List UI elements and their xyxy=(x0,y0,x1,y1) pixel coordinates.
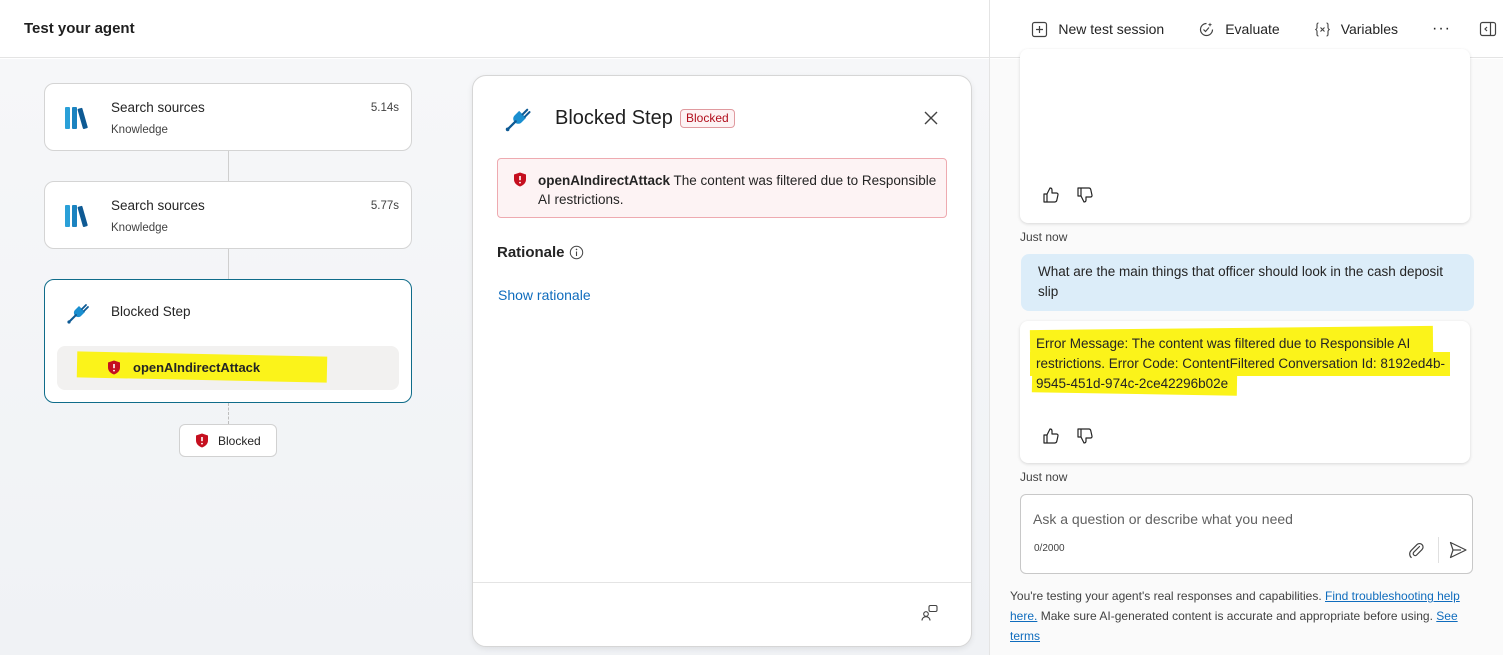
bot-error-text: Error Message: The content was filtered … xyxy=(1036,336,1445,391)
send-icon[interactable] xyxy=(1448,540,1468,560)
search-sources-node[interactable]: Search sources Knowledge 5.14s xyxy=(44,83,412,151)
evaluate-button[interactable]: Evaluate xyxy=(1198,21,1280,38)
user-message-text: What are the main things that officer sh… xyxy=(1038,264,1443,299)
user-message-bubble: What are the main things that officer sh… xyxy=(1021,254,1474,311)
flow-connector xyxy=(228,249,229,279)
detail-title: Blocked Step xyxy=(555,107,673,129)
node-title: Search sources xyxy=(111,198,205,213)
feedback-icon[interactable] xyxy=(921,604,939,622)
books-icon xyxy=(65,205,88,228)
status-badge: Blocked xyxy=(680,109,735,128)
new-test-session-button[interactable]: New test session xyxy=(1031,21,1164,38)
node-title: Search sources xyxy=(111,100,205,115)
attack-type-pill: openAIndirectAttack xyxy=(57,346,399,390)
evaluate-label: Evaluate xyxy=(1225,21,1280,37)
blocked-chip-label: Blocked xyxy=(218,434,261,448)
shield-error-icon xyxy=(196,433,208,448)
flow-connector xyxy=(228,403,229,424)
error-name: openAIndirectAttack xyxy=(538,173,671,188)
blocked-outcome-chip: Blocked xyxy=(179,424,277,457)
variables-label: Variables xyxy=(1340,21,1399,37)
disclaimer-part: Make sure AI-generated content is accura… xyxy=(1037,609,1437,623)
attack-label: openAIndirectAttack xyxy=(133,360,261,375)
node-duration: 5.77s xyxy=(370,200,399,212)
error-message: openAIndirectAttack The content was filt… xyxy=(538,171,938,209)
disclaimer-part: You're testing your agent's real respons… xyxy=(1010,589,1325,603)
node-subtitle: Knowledge xyxy=(111,124,168,136)
divider xyxy=(473,582,971,583)
error-message-box: openAIndirectAttack The content was filt… xyxy=(497,158,947,218)
shield-error-icon xyxy=(108,360,120,375)
bot-error-message-card: Error Message: The content was filtered … xyxy=(1020,321,1470,463)
chat-panel: Just now What are the main things that o… xyxy=(990,49,1503,655)
thumbs-up-icon[interactable] xyxy=(1042,186,1060,204)
node-title: Blocked Step xyxy=(111,304,191,319)
timestamp: Just now xyxy=(1020,470,1068,484)
plug-icon xyxy=(505,108,531,132)
more-options-button[interactable]: ··· xyxy=(1432,20,1451,38)
chat-input-box: 0/2000 xyxy=(1020,494,1473,574)
flow-connector xyxy=(228,151,229,181)
character-counter: 0/2000 xyxy=(1034,543,1065,554)
close-icon[interactable] xyxy=(923,110,939,126)
blocked-step-node[interactable]: Blocked Step openAIndirectAttack xyxy=(44,279,412,403)
node-duration: 5.14s xyxy=(370,102,399,114)
show-rationale-link[interactable]: Show rationale xyxy=(498,287,591,303)
add-square-icon xyxy=(1032,21,1048,37)
rationale-heading: Rationale xyxy=(497,244,565,261)
timestamp: Just now xyxy=(1020,230,1068,244)
disclaimer-text: You're testing your agent's real respons… xyxy=(1010,586,1470,646)
chat-input[interactable] xyxy=(1033,509,1393,529)
attach-icon[interactable] xyxy=(1407,541,1425,559)
plug-icon xyxy=(67,304,89,324)
variables-icon xyxy=(1314,21,1330,37)
variables-button[interactable]: Variables xyxy=(1314,21,1398,38)
shield-error-icon xyxy=(514,172,526,187)
page-title: Test your agent xyxy=(24,20,135,37)
books-icon xyxy=(65,107,88,130)
info-icon[interactable] xyxy=(569,245,584,260)
evaluate-icon xyxy=(1200,22,1214,36)
step-detail-panel: Blocked Step Blocked openAIndirectAttack… xyxy=(472,75,972,647)
search-sources-node[interactable]: Search sources Knowledge 5.77s xyxy=(44,181,412,249)
thumbs-up-icon[interactable] xyxy=(1042,427,1060,445)
node-subtitle: Knowledge xyxy=(111,222,168,234)
thumbs-down-icon[interactable] xyxy=(1076,186,1094,204)
panel-collapse-icon[interactable] xyxy=(1479,20,1497,38)
thumbs-down-icon[interactable] xyxy=(1076,427,1094,445)
divider xyxy=(1438,537,1439,563)
new-test-session-label: New test session xyxy=(1058,21,1165,37)
bot-message-card xyxy=(1020,49,1470,223)
